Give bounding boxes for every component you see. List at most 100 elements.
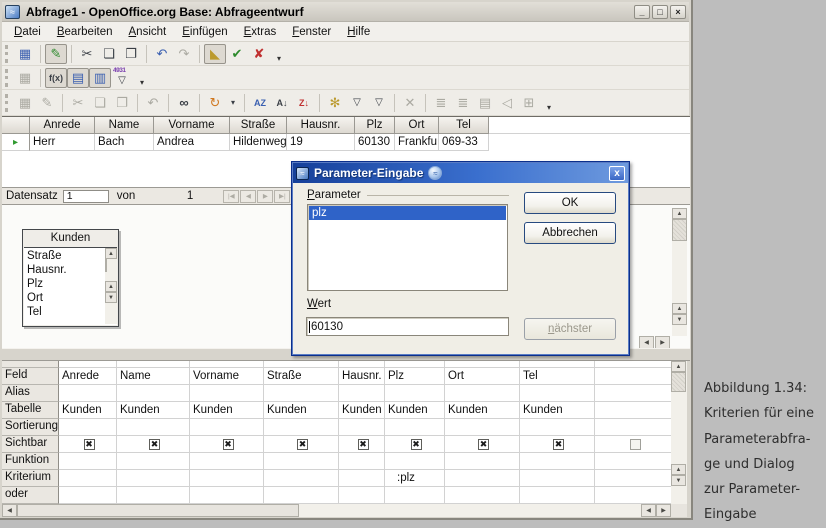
sortierung-cell[interactable] [339, 419, 385, 436]
standard-filter-button[interactable]: ▽ [368, 93, 390, 113]
last-record-button[interactable]: ▶| [274, 189, 291, 203]
sichtbar-checkbox-checked[interactable]: ✖ [357, 438, 369, 450]
tabelle-cell[interactable]: Kunden [117, 402, 190, 419]
field-ort[interactable]: Ort [27, 291, 117, 305]
first-record-button[interactable]: |◀ [223, 189, 240, 203]
tabelle-cell[interactable]: Kunden [339, 402, 385, 419]
scroll-right-icon[interactable]: ▶ [656, 504, 671, 517]
sort-ascending-button[interactable]: A↓ [271, 93, 293, 113]
ok-button[interactable]: OK [524, 192, 616, 214]
column-header-name[interactable]: Name [95, 117, 154, 134]
minimize-button[interactable]: _ [634, 4, 650, 19]
funktion-cell[interactable] [385, 453, 445, 470]
mail-merge-button[interactable]: ▤ [474, 93, 496, 113]
feld-cell[interactable]: Straße [264, 368, 339, 385]
menu-datei[interactable]: Datei [6, 24, 49, 40]
funktion-cell[interactable] [445, 453, 520, 470]
funktion-cell[interactable] [595, 453, 671, 470]
find-record-button[interactable]: ∞ [173, 93, 195, 113]
oder-cell[interactable] [595, 487, 671, 504]
cell-vorname[interactable]: Andrea [154, 134, 230, 151]
funktion-cell[interactable] [520, 453, 595, 470]
menu-extras[interactable]: Extras [236, 24, 285, 40]
alias-cell[interactable] [59, 385, 117, 402]
tabelle-cell[interactable]: Kunden [59, 402, 117, 419]
field-plz[interactable]: Plz [27, 277, 117, 291]
tabelle-cell[interactable]: Kunden [264, 402, 339, 419]
sortierung-cell[interactable] [385, 419, 445, 436]
cell-name[interactable]: Bach [95, 134, 154, 151]
scroll-left-icon[interactable]: ◀ [2, 504, 17, 517]
feld-cell[interactable] [595, 368, 671, 385]
next-record-button[interactable]: ▶ [257, 189, 274, 203]
apply-filter-button[interactable]: ▽ [346, 93, 368, 113]
oder-cell[interactable] [117, 487, 190, 504]
remove-filter-button[interactable]: ✕ [399, 93, 421, 113]
sortierung-cell[interactable] [117, 419, 190, 436]
cell-strasse[interactable]: Hildenweg [230, 134, 287, 151]
sortierung-cell[interactable] [59, 419, 117, 436]
oder-cell[interactable] [264, 487, 339, 504]
feld-cell[interactable]: Ort [445, 368, 520, 385]
kriterium-plz-cell[interactable]: :plz [385, 470, 445, 487]
edit-button[interactable]: ✎ [45, 43, 67, 64]
menu-hilfe[interactable]: Hilfe [339, 24, 378, 40]
sort-button[interactable]: AZ [249, 93, 271, 113]
field-tel[interactable]: Tel [27, 305, 117, 319]
data-source-button[interactable]: ◁ [496, 93, 518, 113]
tabelle-cell[interactable]: Kunden [520, 402, 595, 419]
row-header-corner[interactable] [2, 117, 30, 134]
sortierung-cell[interactable] [264, 419, 339, 436]
cell-ort[interactable]: Frankfu [395, 134, 439, 151]
menu-einfuegen[interactable]: Einfügen [174, 24, 235, 40]
table-window-title[interactable]: Kunden [23, 230, 118, 246]
sichtbar-checkbox-checked[interactable]: ✖ [149, 438, 160, 450]
alias-cell[interactable] [117, 385, 190, 402]
undo-button[interactable]: ↶ [151, 44, 173, 64]
distinct-values-button[interactable]: 4931 ▽ [111, 67, 133, 88]
column-header-ort[interactable]: Ort [395, 117, 439, 134]
cut-button[interactable]: ✂ [67, 93, 89, 113]
kriterium-cell[interactable] [339, 470, 385, 487]
paste-button[interactable]: ❐ [111, 93, 133, 113]
form-button[interactable]: ▦ [14, 68, 36, 88]
explorer-toggle-button[interactable]: ⊞ [518, 93, 540, 113]
cancel-button[interactable]: Abbrechen [524, 222, 616, 244]
toolbar-overflow-button[interactable]: ▾ [274, 45, 284, 63]
parameter-listbox[interactable]: plz [307, 204, 508, 291]
sichtbar-checkbox-checked[interactable]: ✖ [222, 438, 234, 450]
oder-cell[interactable] [190, 487, 264, 504]
close-button[interactable]: × [670, 4, 686, 19]
alias-cell[interactable] [190, 385, 264, 402]
sichtbar-checkbox-checked[interactable]: ✖ [297, 438, 308, 450]
oder-cell[interactable] [59, 487, 117, 504]
previous-record-button[interactable]: ◀ [240, 189, 257, 203]
alias-cell[interactable] [595, 385, 671, 402]
dialog-close-button[interactable]: x [609, 165, 625, 181]
cell-anrede[interactable]: Herr [30, 134, 95, 151]
copy-button[interactable]: ❏ [89, 93, 111, 113]
sichtbar-checkbox-checked[interactable]: ✖ [553, 438, 564, 450]
column-header-tel[interactable]: Tel [439, 117, 489, 134]
sichtbar-checkbox-checked[interactable]: ✖ [83, 438, 95, 450]
save-button[interactable]: ▦ [14, 44, 36, 64]
funktion-cell[interactable] [117, 453, 190, 470]
menu-bearbeiten[interactable]: Bearbeiten [49, 24, 121, 40]
sichtbar-checkbox-unchecked[interactable] [630, 438, 641, 450]
scroll-thumb[interactable] [105, 258, 107, 272]
data-to-text-button[interactable]: ≣ [430, 93, 452, 113]
funktion-cell[interactable] [59, 453, 117, 470]
oder-cell[interactable] [520, 487, 595, 504]
tables-pane-vertical-scrollbar[interactable]: ▲ ▲ ▼ [672, 208, 687, 336]
sichtbar-checkbox-checked[interactable]: ✖ [478, 438, 489, 450]
scroll-down-icon[interactable]: ▼ [105, 292, 117, 303]
maximize-button[interactable]: □ [652, 4, 668, 19]
tabelle-cell[interactable]: Kunden [190, 402, 264, 419]
tabelle-cell[interactable]: Kunden [385, 402, 445, 419]
funktion-cell[interactable] [264, 453, 339, 470]
sichtbar-checkbox-checked[interactable]: ✖ [410, 438, 422, 450]
sort-descending-button[interactable]: Z↓ [293, 93, 315, 113]
feld-cell[interactable]: Tel [520, 368, 595, 385]
scroll-thumb[interactable] [17, 504, 299, 517]
sortierung-cell[interactable] [445, 419, 520, 436]
